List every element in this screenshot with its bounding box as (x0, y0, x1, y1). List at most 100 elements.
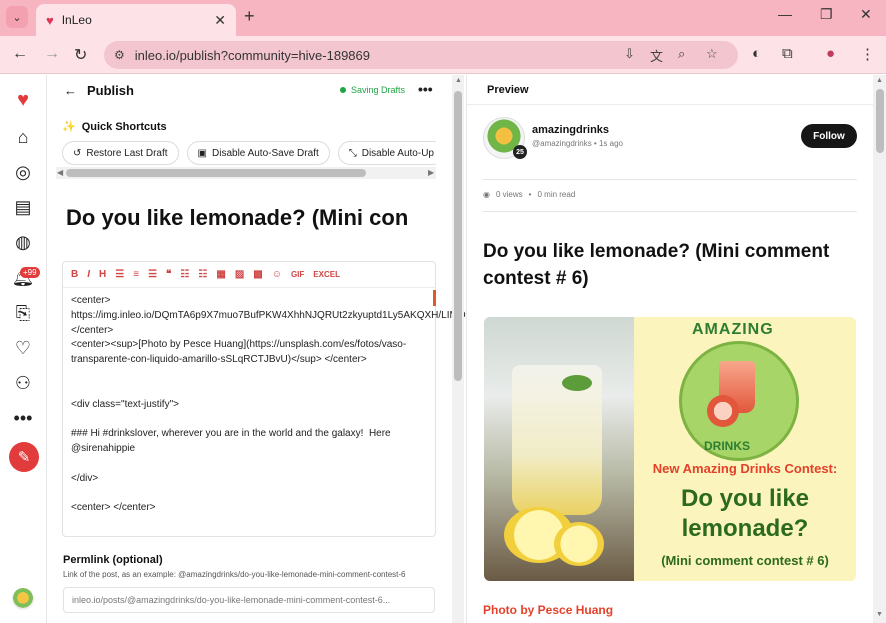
restore-last-draft-button[interactable]: ↺ Restore Last Draft (62, 141, 179, 165)
follow-button[interactable]: Follow (801, 124, 857, 148)
browser-tab-strip: ⌄ ♥ InLeo ✕ + — ❐ ✕ (0, 0, 886, 36)
upload-image-icon[interactable]: ▩ (253, 269, 262, 280)
profile-avatar-icon[interactable]: ● (826, 45, 835, 62)
leo-logo-icon[interactable]: ♡ (11, 336, 35, 360)
divider (483, 179, 857, 180)
extensions-puzzle-icon[interactable]: ⧉ (782, 45, 793, 62)
browser-tab[interactable]: ♥ InLeo ✕ (36, 4, 236, 36)
editor-scrollbar-thumb[interactable] (454, 91, 462, 381)
communities-globe-icon[interactable]: ◍ (11, 230, 35, 254)
notification-badge: +99 (20, 267, 40, 278)
align-left-icon[interactable]: ☰ (115, 269, 124, 280)
url-text[interactable]: inleo.io/publish?community=hive-189869 (135, 48, 370, 63)
compose-pencil-button[interactable]: ✎ (9, 442, 39, 472)
more-options-icon[interactable]: ••• (11, 406, 35, 430)
restore-button[interactable]: ❐ (820, 6, 833, 23)
scroll-up-icon[interactable]: ▲ (455, 77, 462, 84)
disable-auto-upload-button[interactable]: ⤡ Disable Auto-Up (337, 141, 436, 165)
install-app-icon[interactable]: ⇩ (624, 46, 635, 62)
markdown-editor[interactable]: B I H ☰ ≡ ☰ ❝ ☷ ☷ ▦ ▨ ▩ ☺ GIF EXCEL <cen… (62, 261, 513, 537)
close-tab-icon[interactable]: ✕ (214, 12, 226, 29)
preview-scrollbar-thumb[interactable] (876, 89, 884, 153)
scrollbar-thumb[interactable] (66, 169, 366, 177)
image-icon[interactable]: ▨ (235, 269, 244, 280)
browser-toolbar: ← → ↻ ⚙ inleo.io/publish?community=hive-… (0, 36, 886, 74)
preview-scrollbar[interactable]: ▲ ▼ (873, 75, 886, 623)
align-right-icon[interactable]: ☰ (148, 269, 157, 280)
zoom-icon[interactable]: ⌕ (678, 46, 685, 62)
news-icon[interactable]: ▤ (11, 195, 35, 219)
author-username[interactable]: amazingdrinks (532, 124, 609, 136)
editor-scrollbar[interactable]: ▲ (452, 75, 464, 623)
back-button[interactable]: ← (12, 45, 28, 63)
photo-credit-link[interactable]: Photo by Pesce Huang (483, 603, 613, 617)
scroll-down-icon[interactable]: ▼ (876, 611, 883, 618)
bold-icon[interactable]: B (71, 269, 78, 280)
extension-icon[interactable]: ◐ (752, 45, 761, 62)
close-window-button[interactable]: ✕ (860, 6, 872, 23)
reload-button[interactable]: ↻ (74, 45, 87, 65)
chrome-menu-icon[interactable]: ⋮ (860, 45, 875, 63)
author-level-badge: 25 (513, 145, 527, 159)
magic-icon: ⤡ (348, 147, 357, 159)
shortcuts-scrollbar[interactable]: ◀ ▶ (56, 167, 436, 179)
separator: • (528, 190, 532, 199)
grapefruit-shape (707, 395, 739, 427)
italic-icon[interactable]: I (87, 269, 90, 280)
heading-icon[interactable]: H (99, 269, 106, 280)
poster-line-1: Do you like (680, 485, 810, 512)
bookmark-star-icon[interactable]: ☆ (706, 46, 718, 62)
disable-auto-upload-label: Disable Auto-Up (361, 147, 434, 159)
mint-leaf-shape (562, 375, 592, 391)
quote-icon[interactable]: ❝ (166, 269, 171, 280)
poster-contest-text: New Amazing Drinks Contest: (652, 461, 838, 476)
saving-status: Saving Drafts (340, 85, 405, 95)
contest-poster: AMAZING DRINKS New Amazing Drinks Contes… (634, 317, 856, 581)
forward-button[interactable]: → (44, 45, 60, 63)
scroll-right-icon[interactable]: ▶ (428, 168, 434, 177)
bullet-list-icon[interactable]: ☷ (180, 269, 189, 280)
lemon-slice-shape (554, 522, 604, 566)
disable-autosave-button[interactable]: ▣ Disable Auto-Save Draft (186, 141, 330, 165)
editor-header: ← Publish (64, 83, 134, 98)
app-sidebar: ♥ ⌂ ◎ ▤ ◍ 🔔︎ +99 ⎘ ♡ ⚇ ••• ✎ (0, 75, 47, 623)
editor-more-icon[interactable]: ••• (418, 81, 433, 97)
permlink-input[interactable]: inleo.io/posts/@amazingdrinks/do-you-lik… (63, 587, 435, 613)
poster-line-3: (Mini comment contest # 6) (661, 553, 829, 568)
scroll-up-icon[interactable]: ▲ (876, 77, 883, 84)
editor-body-text[interactable]: <center> https://img.inleo.io/DQmTA6p9X7… (71, 294, 513, 516)
poster-brand-top: AMAZING (692, 321, 774, 338)
numbered-list-icon[interactable]: ☷ (198, 269, 207, 280)
table-icon[interactable]: ▦ (216, 269, 225, 280)
new-tab-button[interactable]: + (244, 6, 255, 27)
profile-icon[interactable]: ⚇ (11, 371, 35, 395)
post-stats: ◉ 0 views • 0 min read (483, 190, 575, 199)
sparkle-icon: ✨ (62, 121, 76, 133)
save-icon: ▣ (197, 147, 207, 159)
excel-button[interactable]: EXCEL (313, 270, 340, 279)
scroll-left-icon[interactable]: ◀ (57, 168, 63, 177)
inleo-logo-icon[interactable]: ♥ (11, 88, 35, 112)
address-bar[interactable]: ⚙ inleo.io/publish?community=hive-189869… (104, 41, 738, 69)
minimize-button[interactable]: — (778, 6, 792, 22)
disable-autosave-label: Disable Auto-Save Draft (212, 147, 319, 159)
home-icon[interactable]: ⌂ (11, 125, 35, 149)
align-center-icon[interactable]: ≡ (133, 269, 139, 280)
bookmarks-icon[interactable]: ⎘ (11, 301, 35, 325)
preview-header: Preview (467, 75, 873, 105)
saving-status-text: Saving Drafts (351, 85, 406, 95)
gif-button[interactable]: GIF (291, 270, 304, 279)
editor-scroll-indicator (433, 290, 436, 306)
user-avatar[interactable] (12, 588, 34, 610)
publish-title: Publish (87, 83, 134, 98)
translate-icon[interactable]: 文 (650, 46, 663, 65)
site-info-icon[interactable]: ⚙ (114, 48, 125, 62)
permlink-help: Link of the post, as an example: @amazin… (63, 570, 406, 579)
tab-search-button[interactable]: ⌄ (6, 6, 28, 28)
emoji-icon[interactable]: ☺ (272, 269, 282, 280)
poster-line-2: lemonade? (681, 515, 809, 542)
explore-compass-icon[interactable]: ◎ (11, 160, 35, 184)
back-arrow-icon[interactable]: ← (64, 83, 77, 98)
views-count: 0 views (495, 190, 523, 199)
post-title-input[interactable]: Do you like lemonade? (Mini con (66, 205, 436, 237)
